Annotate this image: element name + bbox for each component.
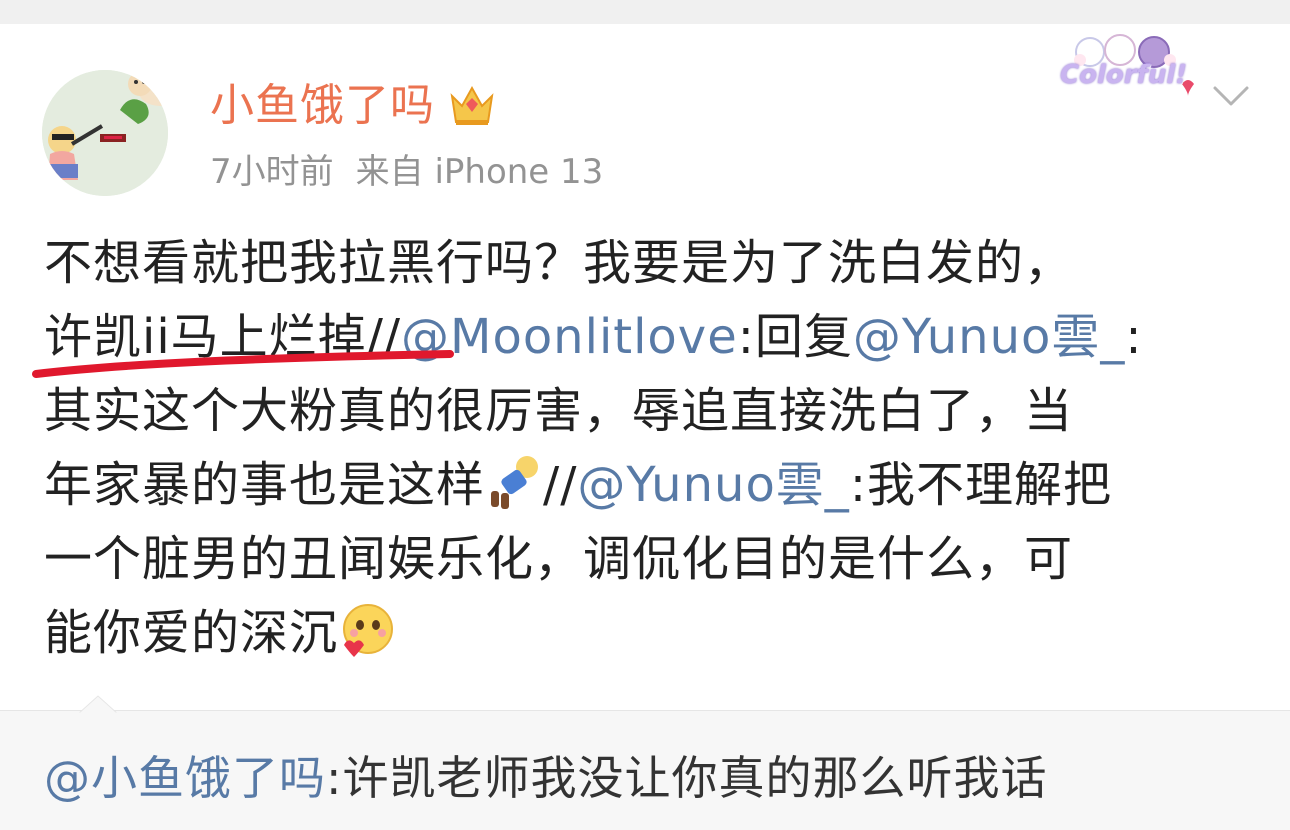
reply-label: :回复 <box>737 309 853 365</box>
post-text-segment: 年家暴的事也是这样 <box>44 457 486 513</box>
repost-separator: // <box>543 457 578 513</box>
comment-text: :许凯老师我没让你真的那么听我话 <box>326 751 1048 805</box>
vip-crown-icon[interactable] <box>448 82 496 128</box>
avatar[interactable] <box>42 70 168 196</box>
chevron-down-icon[interactable] <box>1212 84 1250 108</box>
badge-text: Colorful! <box>1060 60 1188 90</box>
top-divider-bar <box>0 0 1290 24</box>
comment-author-mention[interactable]: @小鱼饿了吗 <box>44 751 326 805</box>
post-text-segment: :我不理解把 <box>849 457 1112 513</box>
post-line-2: 许凯ii马上烂掉//@Moonlitlove:回复@Yunuo雲_: <box>44 300 1254 374</box>
mention-link[interactable]: @Moonlitlove <box>401 309 738 365</box>
post-time: 7小时前 <box>210 152 334 192</box>
comment-item[interactable]: @小鱼饿了吗:许凯老师我没让你真的那么听我话 <box>44 748 1048 808</box>
post-line-4: 年家暴的事也是这样 //@Yunuo雲_:我不理解把 <box>44 448 1254 522</box>
post-line-1: 不想看就把我拉黑行吗？我要是为了洗白发的， <box>44 235 1074 291</box>
doll-emoji-icon <box>485 453 543 532</box>
repost-separator: // <box>366 309 402 365</box>
username[interactable]: 小鱼饿了吗 <box>210 78 435 134</box>
post-text-segment: 能你爱的深沉 <box>44 605 339 661</box>
post-line-3: 其实这个大粉真的很厉害，辱追直接洗白了，当 <box>44 383 1074 439</box>
post-line-6: 能你爱的深沉 <box>44 596 1254 670</box>
post-meta: 7小时前 来自 iPhone 13 <box>210 150 603 194</box>
comment-pointer <box>78 695 118 714</box>
post-line-5: 一个脏男的丑闻娱乐化，调侃化目的是什么，可 <box>44 531 1074 587</box>
post-text-segment: 许凯ii马上烂掉 <box>44 309 367 365</box>
post-source[interactable]: 来自 iPhone 13 <box>356 152 604 192</box>
colon-separator: : <box>1125 309 1143 365</box>
post-body: 不想看就把我拉黑行吗？我要是为了洗白发的， 许凯ii马上烂掉//@Moonlit… <box>44 226 1254 670</box>
avatar-illustration <box>42 70 168 196</box>
mention-link[interactable]: @Yunuo雲_ <box>577 457 849 513</box>
heart-face-emoji-icon <box>338 601 396 680</box>
mention-link[interactable]: @Yunuo雲_ <box>853 309 1125 365</box>
